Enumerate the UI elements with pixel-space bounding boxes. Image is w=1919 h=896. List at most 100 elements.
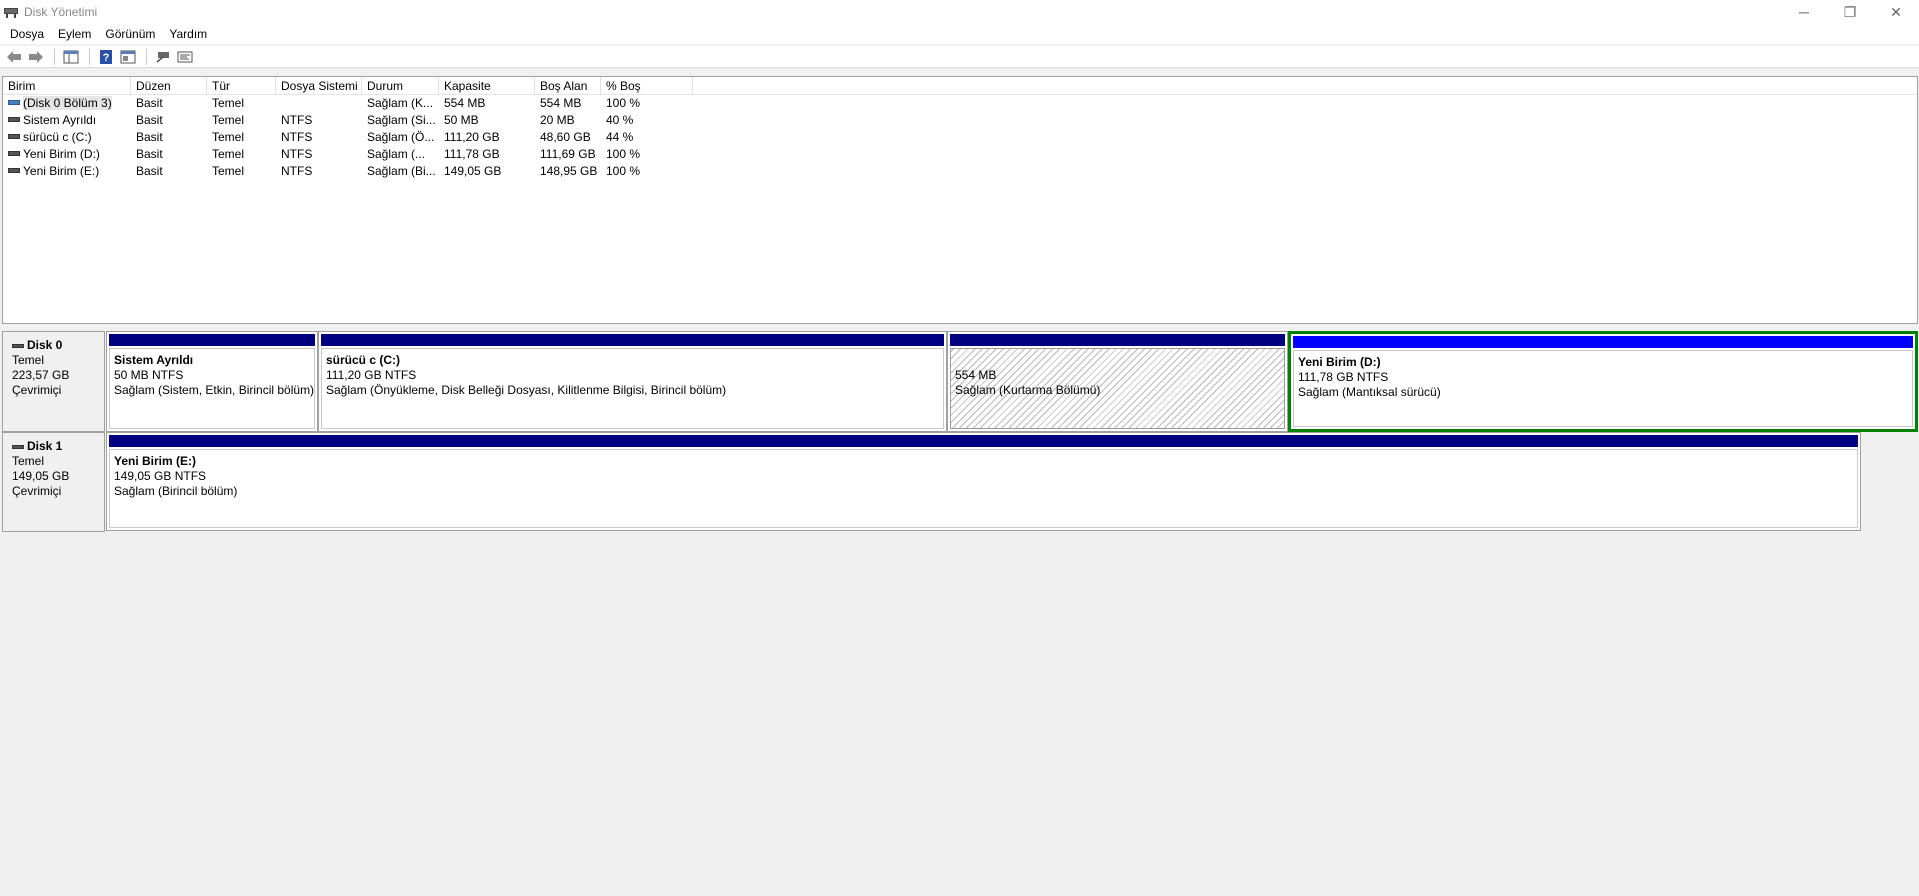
partition-body: Yeni Birim (D:) 111,78 GB NTFS Sağlam (M…	[1293, 350, 1913, 427]
table-row[interactable]: (Disk 0 Bölüm 3) Basit Temel Sağlam (K..…	[3, 95, 1917, 112]
disk-status: Çevrimiçi	[12, 383, 62, 397]
cell-bos-alan: 48,60 GB	[540, 130, 591, 144]
volume-icon	[8, 134, 20, 140]
column-header-tur[interactable]: Tür	[207, 77, 276, 95]
cell-dosya-sistemi: NTFS	[281, 113, 313, 127]
connect-button[interactable]	[153, 47, 173, 67]
cell-tur: Temel	[212, 130, 245, 144]
column-header-yuzde-bos[interactable]: % Boş	[601, 77, 693, 95]
partition-bar	[1293, 336, 1913, 348]
cell-durum: Sağlam (Bi...	[367, 164, 436, 178]
cell-dosya-sistemi	[276, 95, 362, 112]
properties-button[interactable]	[118, 47, 138, 67]
column-header-bos-alan[interactable]: Boş Alan	[535, 77, 601, 95]
table-row[interactable]: Yeni Birim (E:) Basit Temel NTFS Sağlam …	[3, 163, 1917, 180]
menu-eylem[interactable]: Eylem	[51, 24, 98, 44]
cell-tur: Temel	[212, 113, 245, 127]
disk-type: Temel	[12, 454, 45, 468]
partition-status: Sağlam (Birincil bölüm)	[114, 484, 238, 498]
menu-dosya[interactable]: Dosya	[3, 24, 51, 44]
partition-body: Yeni Birim (E:) 149,05 GB NTFS Sağlam (B…	[109, 449, 1858, 528]
disk-label[interactable]: Disk 1 Temel 149,05 GB Çevrimiçi	[2, 432, 105, 532]
table-row[interactable]: Sistem Ayrıldı Basit Temel NTFS Sağlam (…	[3, 112, 1917, 129]
help-icon: ?	[100, 49, 112, 64]
settings-icon	[177, 51, 193, 62]
volume-icon	[8, 168, 20, 174]
close-button[interactable]: ✕	[1873, 0, 1919, 24]
cell-kapasite: 554 MB	[444, 96, 486, 110]
volume-icon	[8, 117, 20, 123]
disk-icon	[12, 444, 24, 449]
volume-name: Sistem Ayrıldı	[23, 113, 97, 127]
settings-button[interactable]	[175, 47, 195, 67]
toolbar-separator	[146, 48, 147, 65]
svg-text:?: ?	[103, 52, 110, 64]
menu-yardim[interactable]: Yardım	[162, 24, 214, 44]
partition-bar	[321, 334, 944, 346]
back-icon	[7, 50, 21, 63]
column-header-birim[interactable]: Birim	[3, 77, 131, 95]
column-header-dosya-sistemi[interactable]: Dosya Sistemi	[276, 77, 362, 95]
cell-birim: sürücü c (C:)	[3, 129, 131, 146]
column-header-duzen[interactable]: Düzen	[131, 77, 207, 95]
partition-bar	[109, 435, 1858, 447]
cell-kapasite: 50 MB	[444, 113, 479, 127]
cell-birim: (Disk 0 Bölüm 3)	[3, 95, 131, 112]
cell-durum: Sağlam (Ö...	[367, 130, 435, 144]
partition-yeni-birim-d[interactable]: Yeni Birim (D:) 111,78 GB NTFS Sağlam (M…	[1288, 331, 1918, 432]
title-bar: Disk Yönetimi ─ ❐ ✕	[0, 0, 1919, 24]
partition-bar	[109, 334, 315, 346]
cell-duzen: Basit	[136, 147, 163, 161]
cell-tur: Temel	[212, 164, 245, 178]
cell-yuzde-bos: 100 %	[606, 96, 641, 110]
minimize-button[interactable]: ─	[1781, 0, 1827, 24]
partition-title: Sistem Ayrıldı	[114, 353, 194, 367]
table-row[interactable]: sürücü c (C:) Basit Temel NTFS Sağlam (Ö…	[3, 129, 1917, 146]
partition-bar	[950, 334, 1285, 346]
partition-recovery[interactable]: 554 MB Sağlam (Kurtarma Bölümü)	[947, 331, 1288, 432]
partition-size: 50 MB NTFS	[114, 368, 184, 382]
cell-dosya-sistemi: NTFS	[281, 147, 313, 161]
cell-birim: Yeni Birim (E:)	[3, 163, 131, 180]
disk-name: Disk 0	[27, 338, 63, 352]
help-button[interactable]: ?	[96, 47, 116, 67]
console-tree-icon	[63, 50, 79, 63]
disk-size: 149,05 GB	[12, 469, 70, 483]
menu-gorunum[interactable]: Görünüm	[98, 24, 162, 44]
console-tree-button[interactable]	[61, 47, 81, 67]
cell-tur: Temel	[212, 147, 245, 161]
volume-list[interactable]: Birim Düzen Tür Dosya Sistemi Durum Kapa…	[2, 76, 1918, 324]
cell-yuzde-bos: 100 %	[606, 164, 641, 178]
partition-status: Sağlam (Kurtarma Bölümü)	[955, 383, 1101, 397]
cell-kapasite: 149,05 GB	[444, 164, 502, 178]
partition-size: 554 MB	[955, 368, 997, 382]
cell-bos-alan: 20 MB	[540, 113, 575, 127]
partition-status: Sağlam (Önyükleme, Disk Belleği Dosyası,…	[326, 383, 727, 397]
cell-duzen: Basit	[136, 96, 163, 110]
cell-yuzde-bos: 44 %	[606, 130, 634, 144]
partition-title: Yeni Birim (E:)	[114, 454, 197, 468]
volume-name: sürücü c (C:)	[23, 130, 92, 144]
forward-button[interactable]	[26, 47, 46, 67]
column-header-kapasite[interactable]: Kapasite	[439, 77, 535, 95]
cell-dosya-sistemi: NTFS	[281, 130, 313, 144]
volume-icon	[8, 100, 20, 106]
disk-name: Disk 1	[27, 439, 63, 453]
cell-kapasite: 111,78 GB	[444, 147, 500, 161]
cell-durum: Sağlam (K...	[367, 96, 434, 110]
window-title: Disk Yönetimi	[24, 5, 98, 19]
disk-label[interactable]: Disk 0 Temel 223,57 GB Çevrimiçi	[2, 331, 105, 432]
partition-title	[955, 353, 1284, 368]
partition-yeni-birim-e[interactable]: Yeni Birim (E:) 149,05 GB NTFS Sağlam (B…	[106, 432, 1861, 531]
properties-icon	[120, 50, 136, 63]
disk-management-icon	[4, 6, 18, 18]
back-button[interactable]	[4, 47, 24, 67]
table-row[interactable]: Yeni Birim (D:) Basit Temel NTFS Sağlam …	[3, 146, 1917, 163]
restore-button[interactable]: ❐	[1827, 0, 1873, 24]
partition-size: 111,20 GB NTFS	[326, 368, 417, 382]
column-header-durum[interactable]: Durum	[362, 77, 439, 95]
pane-splitter[interactable]	[0, 324, 1919, 330]
partition-surucu-c[interactable]: sürücü c (C:) 111,20 GB NTFS Sağlam (Öny…	[318, 331, 947, 432]
volume-name: Yeni Birim (D:)	[23, 147, 100, 161]
partition-sistem-ayrildi[interactable]: Sistem Ayrıldı 50 MB NTFS Sağlam (Sistem…	[106, 331, 318, 432]
